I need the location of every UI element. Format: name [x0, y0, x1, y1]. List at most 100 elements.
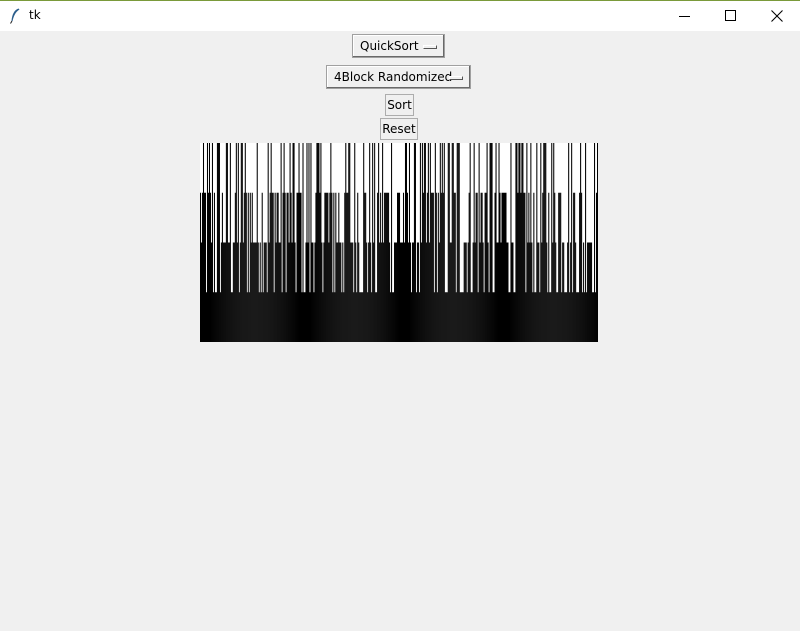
sort-bar — [401, 242, 404, 342]
sort-bar — [444, 292, 446, 342]
sort-bar — [220, 242, 222, 342]
sort-bar — [273, 292, 275, 342]
sort-bar — [458, 143, 460, 342]
maximize-button[interactable] — [708, 1, 754, 31]
sort-bar — [586, 292, 588, 342]
sort-bar — [204, 192, 207, 342]
sort-bar — [522, 143, 524, 342]
sort-bar — [256, 143, 258, 342]
sort-bar — [448, 143, 450, 342]
minimize-button[interactable] — [662, 1, 708, 31]
sort-bar — [580, 143, 582, 342]
sort-bar — [271, 192, 273, 342]
sort-bar — [205, 292, 208, 342]
sort-bar — [570, 242, 572, 342]
sort-bar — [223, 242, 225, 342]
sort-bar — [214, 292, 216, 342]
sort-bar — [568, 143, 570, 342]
sort-bar — [533, 192, 535, 342]
sort-bar — [485, 192, 487, 342]
sort-bar — [371, 292, 373, 342]
sort-bar — [268, 242, 270, 342]
sort-bar — [348, 143, 350, 342]
sort-bar — [408, 143, 410, 342]
sort-bar — [263, 242, 265, 342]
sort-bar — [465, 242, 467, 342]
sort-bar — [203, 192, 206, 342]
distribution-menu[interactable]: 4Block Randomized — [326, 65, 471, 89]
sort-bar — [589, 242, 591, 342]
sort-bar — [360, 292, 362, 342]
sort-bar — [376, 292, 378, 342]
sort-bar — [529, 242, 531, 342]
sort-bar — [460, 292, 462, 342]
sort-bar — [492, 292, 494, 342]
sort-bar — [478, 143, 480, 342]
sort-bar — [597, 143, 598, 342]
close-button[interactable] — [754, 1, 800, 31]
sort-bar — [594, 143, 596, 342]
sort-bar — [384, 192, 386, 342]
sort-bar — [245, 192, 247, 342]
sort-bar — [433, 292, 435, 342]
sort-bar — [283, 143, 285, 342]
sort-bar — [588, 242, 590, 342]
sort-bar — [453, 192, 455, 342]
sort-bar — [215, 292, 217, 342]
sort-bar — [416, 242, 418, 342]
sort-bar — [373, 242, 375, 342]
sort-bar — [294, 242, 296, 342]
sort-bar — [420, 242, 422, 342]
sort-bar — [470, 292, 472, 342]
sort-bar — [520, 192, 522, 342]
sort-bar — [524, 192, 526, 342]
sort-bar — [309, 292, 311, 342]
sort-bar — [406, 192, 409, 342]
sort-bar — [290, 192, 292, 342]
sort-bar — [411, 242, 413, 342]
sort-bar — [538, 242, 540, 342]
sort-bar — [327, 192, 329, 342]
menu-indicator-icon — [423, 45, 437, 49]
sort-bar — [519, 143, 521, 342]
sort-bar — [265, 242, 267, 342]
sort-bar — [377, 192, 379, 342]
sort-bar — [548, 192, 550, 342]
sort-bar — [211, 143, 213, 342]
sort-bar — [481, 192, 483, 342]
sort-bar — [305, 242, 307, 342]
sort-bar — [468, 192, 470, 342]
sort-bar — [469, 143, 471, 342]
sort-bar — [247, 192, 249, 342]
sort-bar — [430, 192, 432, 342]
sort-bar — [246, 292, 248, 342]
sort-button[interactable]: Sort — [385, 94, 414, 116]
sort-bar — [440, 192, 442, 342]
sort-bar — [206, 143, 209, 342]
sort-bar — [450, 242, 452, 342]
sort-bar — [250, 242, 252, 342]
sort-bar — [452, 143, 454, 342]
sort-bar — [583, 242, 585, 342]
sort-bar — [545, 143, 547, 342]
sort-bar — [362, 292, 364, 342]
sort-bar — [345, 143, 347, 342]
sort-bar — [285, 292, 287, 342]
sort-bar — [513, 292, 515, 342]
sort-bar — [266, 292, 268, 342]
distribution-menu-label: 4Block Randomized — [334, 70, 453, 84]
reset-button[interactable]: Reset — [380, 118, 418, 140]
sort-bar — [402, 192, 405, 342]
feather-icon — [10, 8, 20, 24]
sort-bar — [574, 192, 576, 342]
minimize-icon — [679, 16, 690, 17]
sort-bar — [392, 292, 394, 342]
sort-bar — [288, 242, 290, 342]
sort-bar — [291, 242, 293, 342]
sort-bar — [534, 292, 536, 342]
sort-bar — [532, 292, 534, 342]
algorithm-menu[interactable]: QuickSort — [352, 34, 445, 58]
sort-bar — [424, 143, 426, 342]
sort-bar — [361, 292, 363, 342]
sort-bar — [409, 242, 411, 342]
